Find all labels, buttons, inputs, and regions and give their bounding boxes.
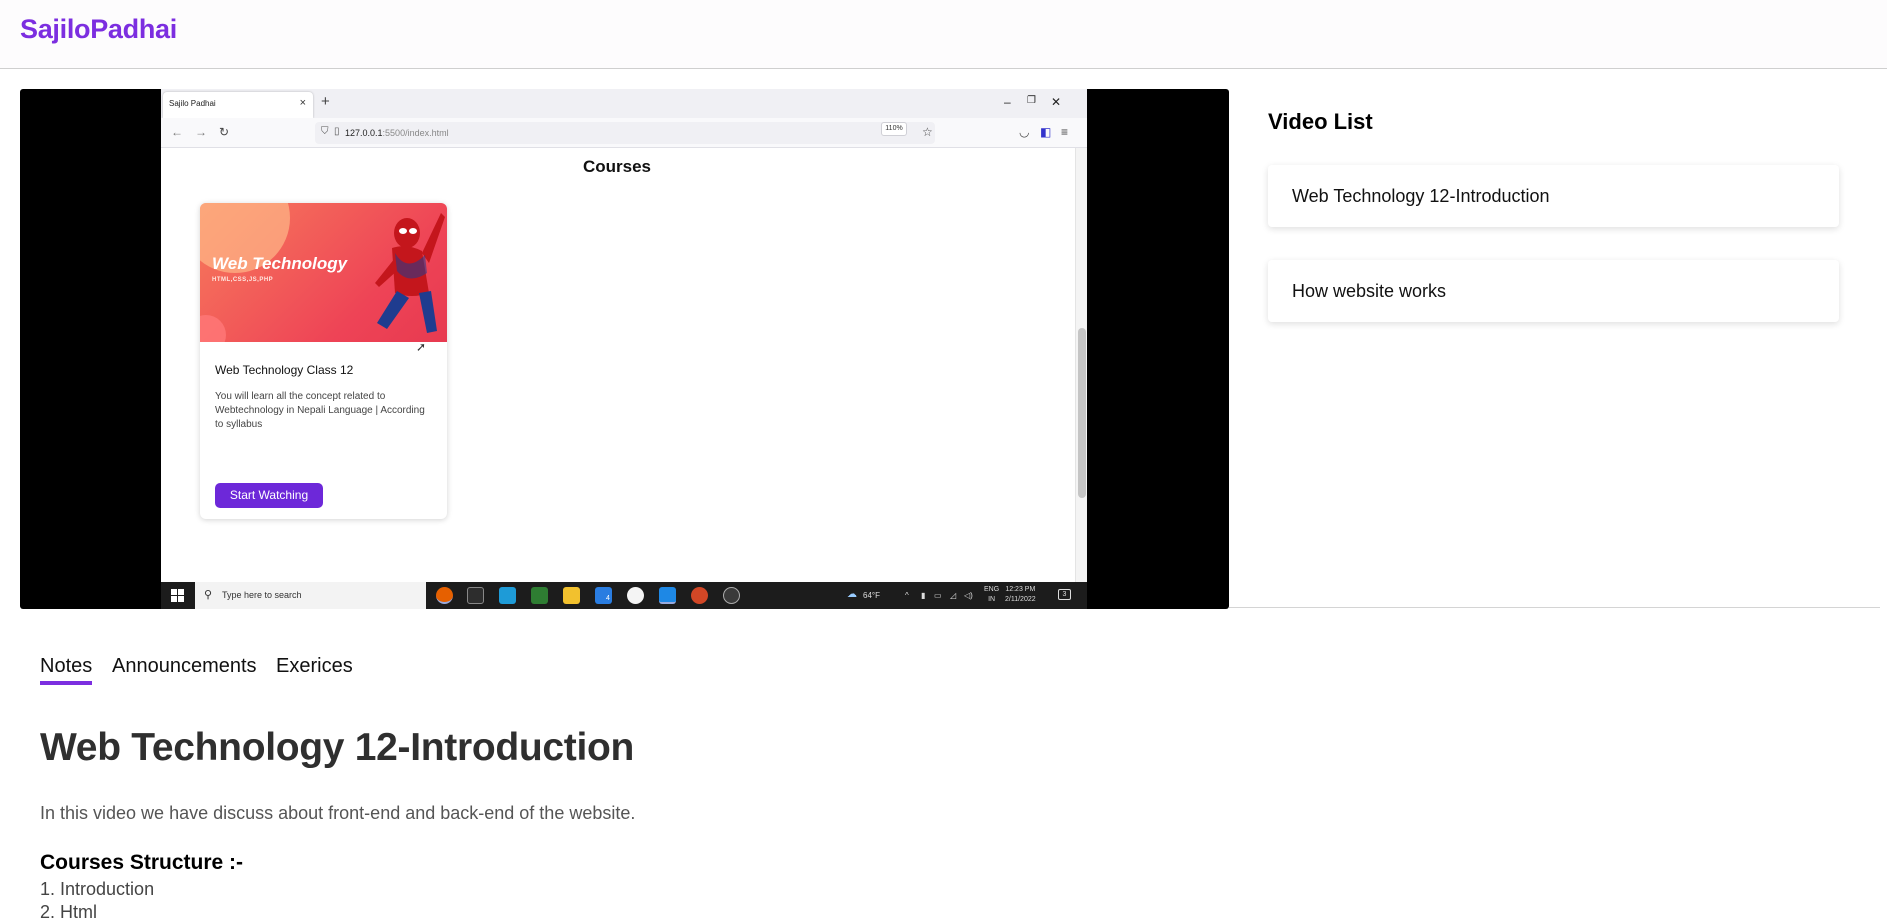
spiderman-figure-icon: [375, 213, 445, 333]
list-item: 2. Html: [40, 902, 98, 922]
volume-icon: ◁): [964, 591, 973, 600]
start-watching-button: Start Watching: [215, 483, 323, 508]
restore-icon: ❐: [1027, 95, 1036, 106]
reload-icon: ↻: [219, 125, 230, 139]
browser-url-bar: ⛉ ▯ 127.0.0.1:5500/index.html: [315, 122, 935, 144]
notes-title: Web Technology 12-Introduction: [40, 726, 635, 769]
powerpoint-icon: [691, 587, 708, 604]
browser-scrollbar: [1075, 148, 1087, 582]
courses-heading: Courses: [582, 157, 652, 176]
video-list-item[interactable]: How website works: [1268, 260, 1839, 322]
cloud-icon: ☁: [847, 589, 857, 600]
thumbnail-title: Web Technology: [212, 254, 348, 273]
network-icon: ◿: [950, 591, 957, 600]
shield-icon: ⛉: [321, 126, 329, 137]
browser-nav-bar: ← → ↻ ⛉ ▯ 127.0.0.1:5500/index.html ☆ ◡ …: [161, 118, 1087, 148]
folder-icon: [563, 587, 580, 604]
taskbar-clock: 12:23 PM 2/11/2022: [1005, 586, 1036, 603]
browser-url-text: 127.0.0.1:5500/index.html: [345, 128, 449, 138]
star-icon: ☆: [922, 125, 933, 139]
spreadsheet-icon: [531, 587, 548, 604]
course-card: Web Technology HTML,CSS,JS,PHP Web Techn…: [200, 203, 447, 519]
browser-tab: Sajilo Padhai ×: [163, 92, 313, 118]
weather-text: 64°F: [863, 591, 880, 600]
video-list-item-label: Web Technology 12-Introduction: [1292, 186, 1550, 206]
firefox-icon: [436, 587, 453, 604]
windows-start-icon: [171, 589, 184, 602]
top-bar: SajiloPadhai: [0, 0, 1887, 69]
tab-notes[interactable]: Notes: [40, 655, 93, 685]
pocket-icon: ◡: [1019, 125, 1030, 139]
menu-icon: ≡: [1061, 125, 1069, 139]
notification-icon: 3: [1058, 589, 1071, 600]
extension-icon: ◧: [1040, 125, 1052, 139]
tab-announcements[interactable]: Announcements: [112, 655, 257, 685]
chrome-icon: [627, 587, 644, 604]
vscode-icon: [659, 587, 676, 604]
course-title: Web Technology Class 12: [215, 363, 354, 377]
page-icon: ▯: [334, 126, 340, 137]
course-thumbnail: Web Technology HTML,CSS,JS,PHP: [200, 203, 447, 342]
browser-page: Courses Web Technology HTML,CSS,JS,PHP W…: [161, 148, 1087, 582]
windows-taskbar: ⚲ Type here to search 4 ☁ 64°F ^ ▮ ▭ ◿ ◁…: [161, 582, 1087, 609]
cursor-icon: ➚: [416, 340, 427, 354]
close-window-icon: ✕: [1051, 95, 1062, 109]
settings-icon: [723, 587, 740, 604]
video-list-item[interactable]: Web Technology 12-Introduction: [1268, 165, 1839, 227]
app-icon: [499, 587, 516, 604]
video-list-title: Video List: [1268, 109, 1373, 134]
taskbar-search: ⚲ Type here to search: [195, 582, 426, 609]
battery-icon: ▭: [934, 591, 942, 600]
brand-logo[interactable]: SajiloPadhai: [20, 14, 177, 45]
close-icon: ×: [299, 97, 306, 109]
terminal-icon: [467, 587, 484, 604]
browser-tab-title: Sajilo Padhai: [169, 99, 216, 108]
video-frame: Sajilo Padhai × + – ❐ ✕ ← → ↻ ⛉ ▯ 127.0.…: [161, 89, 1087, 609]
video-player[interactable]: Sajilo Padhai × + – ❐ ✕ ← → ↻ ⛉ ▯ 127.0.…: [20, 89, 1229, 609]
taskbar-search-placeholder: Type here to search: [222, 590, 302, 600]
taskbar-language: ENG IN: [984, 586, 1000, 603]
course-description: You will learn all the concept related t…: [215, 391, 425, 430]
video-list-item-label: How website works: [1292, 281, 1447, 301]
plus-icon: +: [321, 93, 330, 110]
mic-icon: ▮: [921, 591, 926, 600]
structure-title: Courses Structure :-: [40, 851, 244, 874]
back-arrow-icon: ←: [171, 125, 183, 139]
browser-zoom-badge: 110%: [881, 122, 907, 136]
forward-arrow-icon: →: [195, 125, 207, 139]
search-icon: ⚲: [204, 589, 213, 601]
tab-exercises[interactable]: Exerices: [276, 655, 353, 685]
minimize-icon: –: [1004, 95, 1011, 109]
active-tab-indicator: [40, 681, 93, 685]
chevron-up-icon: ^: [905, 591, 909, 600]
todo-icon: 4: [595, 587, 612, 604]
notes-description: In this video we have discuss about fron…: [40, 803, 636, 823]
section-divider: [1229, 607, 1880, 608]
list-item: 1. Introduction: [40, 879, 155, 899]
structure-list: 1. Introduction 2. Html: [40, 878, 154, 924]
scrollbar-thumb: [1078, 328, 1086, 498]
browser-tab-bar: Sajilo Padhai × + – ❐ ✕: [161, 89, 1087, 118]
thumbnail-subtitle: HTML,CSS,JS,PHP: [212, 277, 274, 283]
